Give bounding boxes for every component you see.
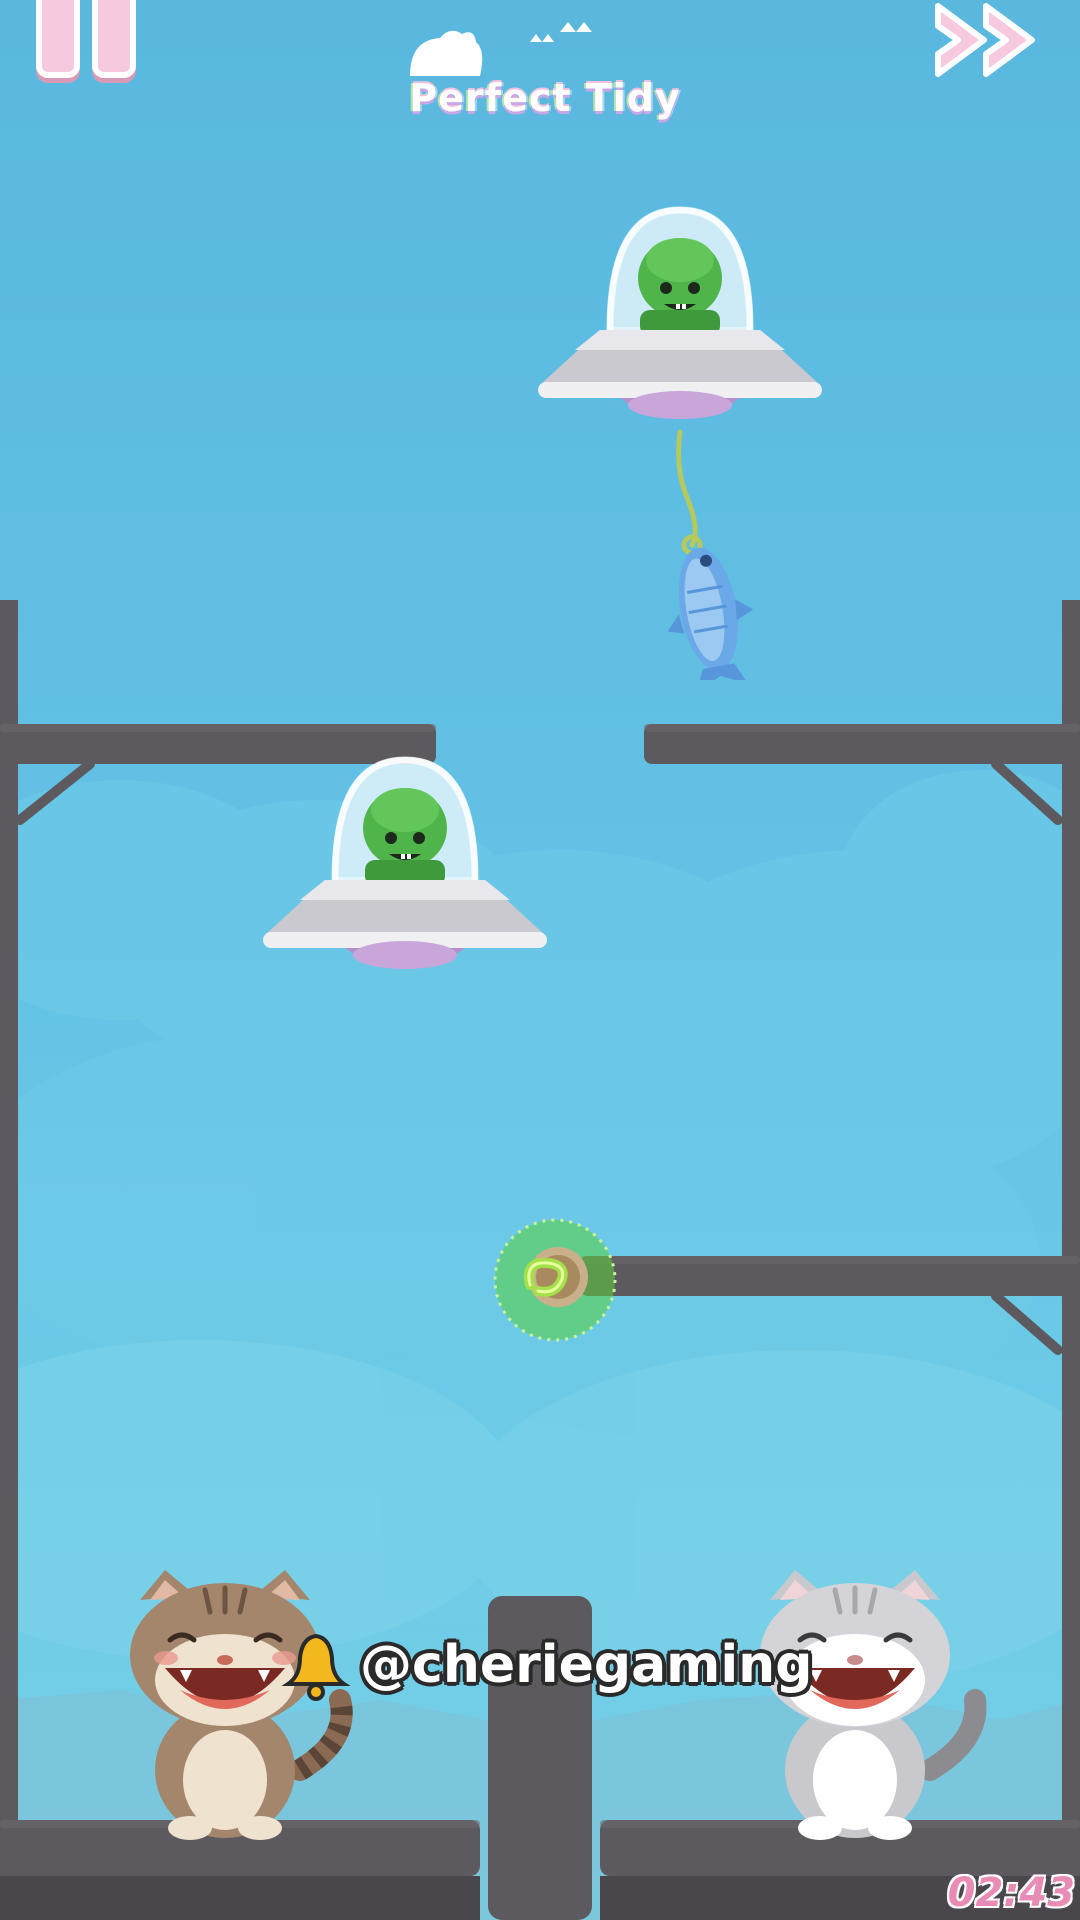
- channel-handle: @cheriegaming: [360, 1635, 813, 1695]
- ufo-alien-top[interactable]: [530, 200, 830, 680]
- fast-forward-icon: [935, 3, 1035, 77]
- brand-text: Perfect Tidy: [409, 76, 681, 120]
- link-pin-icon[interactable]: [490, 1215, 620, 1345]
- ufo-alien-bottom[interactable]: [255, 750, 555, 1000]
- game-stage[interactable]: Perfect Tidy @cheriegaming 02:43: [0, 0, 1080, 1920]
- pause-button[interactable]: [30, 0, 142, 82]
- bell-icon: [281, 1633, 351, 1701]
- skip-level-button[interactable]: [930, 0, 1050, 90]
- channel-watermark: @cheriegaming: [280, 1620, 840, 1710]
- level-timer: 02:43: [947, 1870, 1075, 1916]
- brand-logo: Perfect Tidy: [400, 20, 690, 120]
